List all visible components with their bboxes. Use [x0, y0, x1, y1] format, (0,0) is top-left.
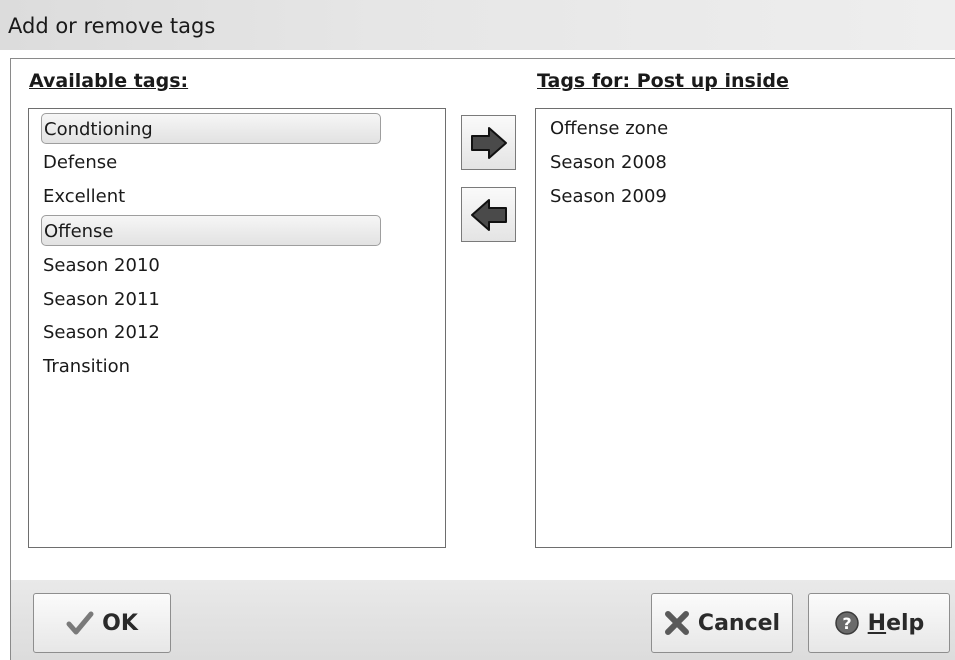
list-item[interactable]: Excellent — [43, 186, 125, 207]
list-item[interactable]: Season 2012 — [43, 322, 160, 343]
list-item[interactable]: Season 2011 — [43, 289, 160, 310]
check-icon — [66, 611, 94, 635]
assigned-tags-label: Tags for: Post up inside — [537, 70, 789, 92]
list-item[interactable]: Season 2008 — [550, 152, 667, 173]
add-tag-button[interactable] — [461, 115, 516, 170]
list-item[interactable]: Defense — [43, 152, 117, 173]
available-tags-list[interactable]: Condtioning Defense Excellent Offense Se… — [28, 108, 446, 548]
help-button[interactable]: ? Help — [808, 593, 950, 653]
help-label: Help — [868, 611, 925, 636]
list-item[interactable]: Offense zone — [550, 118, 668, 139]
remove-tag-button[interactable] — [461, 187, 516, 242]
arrow-right-icon — [470, 126, 507, 159]
help-label-rest: elp — [886, 610, 925, 636]
list-item[interactable]: Condtioning — [41, 113, 381, 144]
list-item[interactable]: Transition — [43, 356, 130, 377]
cancel-button[interactable]: Cancel — [651, 593, 793, 653]
title-bar[interactable]: Add or remove tags — [0, 0, 955, 50]
add-remove-tags-dialog: Add or remove tags Available tags: Condt… — [0, 0, 955, 660]
cross-icon — [664, 610, 690, 636]
available-tags-label: Available tags: — [29, 70, 189, 92]
list-item[interactable]: Season 2009 — [550, 186, 667, 207]
cancel-label: Cancel — [697, 610, 781, 636]
help-icon: ? — [834, 610, 860, 636]
ok-button[interactable]: OK — [33, 593, 171, 653]
list-item[interactable]: Offense — [41, 215, 381, 246]
window-title: Add or remove tags — [8, 14, 216, 38]
svg-text:?: ? — [842, 614, 851, 633]
help-accelerator: H — [867, 610, 887, 636]
ok-label: OK — [102, 610, 138, 636]
arrow-left-icon — [470, 198, 507, 231]
list-item[interactable]: Season 2010 — [43, 255, 160, 276]
assigned-tags-list[interactable]: Offense zone Season 2008 Season 2009 — [535, 108, 952, 548]
